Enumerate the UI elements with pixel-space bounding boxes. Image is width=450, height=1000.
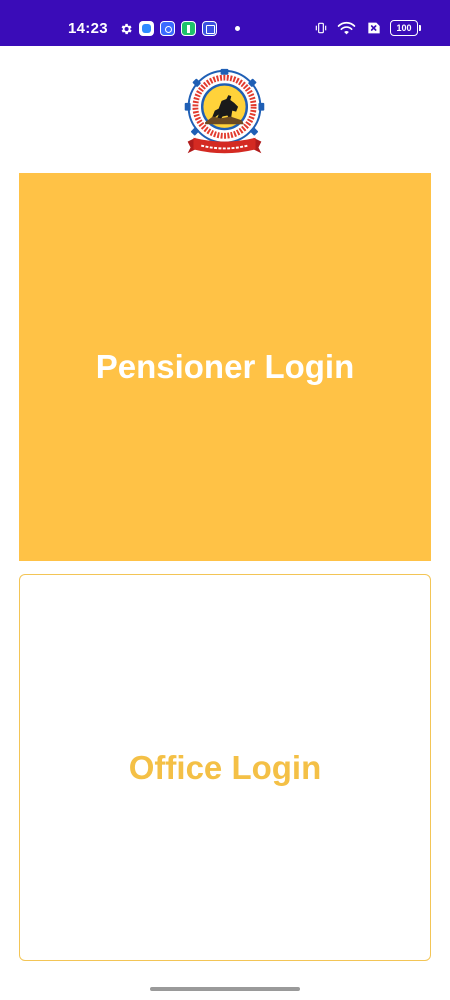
app-screen: 14:23 100 Pensioner Login Office Login (0, 0, 450, 1000)
sim-x-icon (368, 22, 380, 34)
gear-icon (121, 23, 132, 34)
status-bar: 14:23 100 (0, 0, 450, 46)
pensioner-login-button[interactable]: Pensioner Login (19, 173, 431, 561)
vibrate-icon (315, 22, 327, 34)
broadcast-app-icon (160, 21, 175, 36)
system-icons: 100 (314, 20, 421, 36)
status-time: 14:23 (68, 20, 108, 37)
green-upload-app-icon (181, 21, 196, 36)
battery-icon: 100 (390, 20, 421, 36)
gesture-navigation-bar[interactable] (150, 987, 300, 991)
blue-app-icon (139, 21, 154, 36)
office-login-label: Office Login (128, 748, 322, 786)
notification-dot (235, 26, 240, 31)
office-login-button[interactable]: Office Login (19, 574, 431, 961)
wifi-icon (337, 21, 356, 35)
corporation-logo (184, 68, 265, 154)
notification-icons (119, 21, 240, 36)
pensioner-login-label: Pensioner Login (95, 348, 355, 385)
gallery-app-icon (202, 21, 217, 36)
